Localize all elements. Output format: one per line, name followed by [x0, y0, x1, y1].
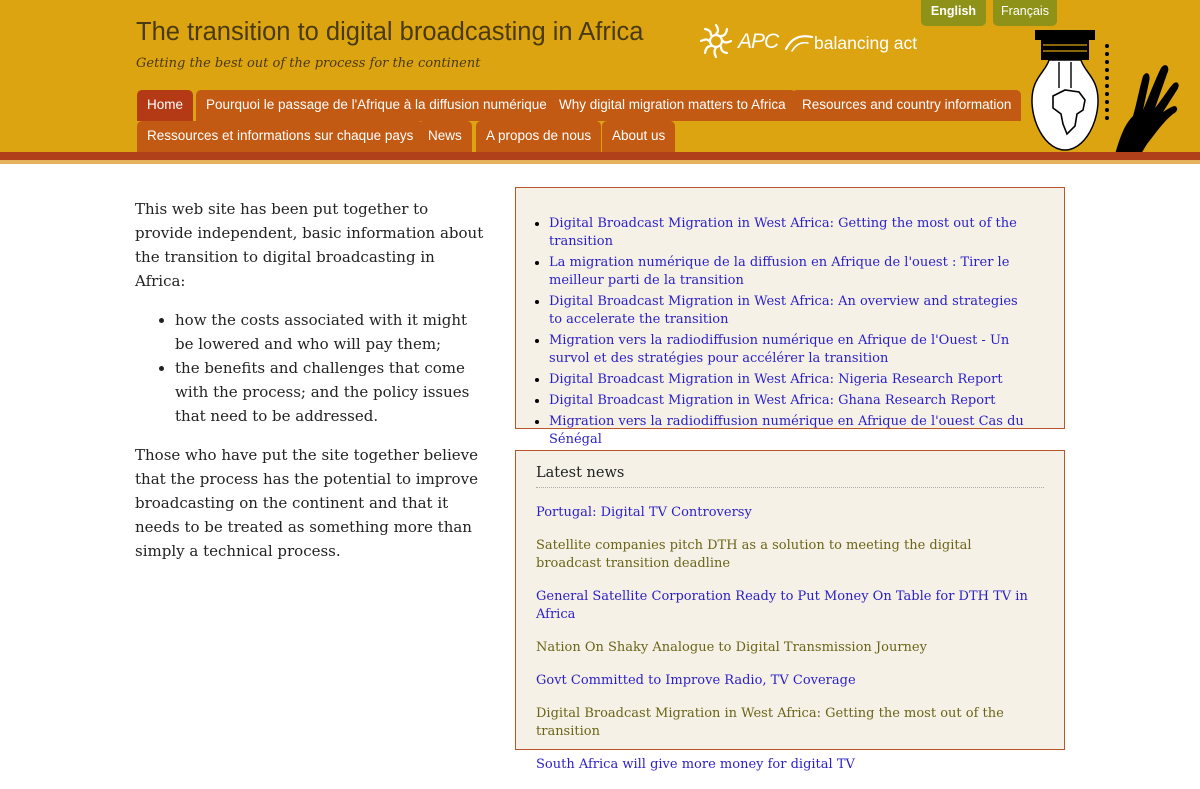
list-item: La migration numérique de la diffusion e…: [549, 254, 1029, 290]
lightbulb-africa-illustration-icon: [1031, 30, 1179, 152]
list-item: Digital Broadcast Migration in West Afri…: [549, 215, 1029, 251]
site-title[interactable]: The transition to digital broadcasting i…: [136, 18, 643, 47]
news-link[interactable]: Nation On Shaky Analogue to Digital Tran…: [536, 639, 1036, 657]
balancing-act-swoosh-icon[interactable]: [784, 31, 816, 53]
list-item: Digital Broadcast Migration in West Afri…: [549, 293, 1029, 329]
featured-link[interactable]: La migration numérique de la diffusion e…: [549, 255, 1009, 288]
header-divider-highlight: [0, 160, 1200, 164]
latest-news-list: Portugal: Digital TV Controversy Satelli…: [536, 504, 1036, 789]
news-link[interactable]: Digital Broadcast Migration in West Afri…: [536, 705, 1036, 741]
intro-bullet: the benefits and challenges that come wi…: [175, 356, 485, 428]
news-link[interactable]: South Africa will give more money for di…: [536, 756, 1036, 774]
intro-bullet-list: how the costs associated with it might b…: [135, 308, 485, 428]
latest-news-box: Latest news Portugal: Digital TV Controv…: [515, 450, 1065, 772]
featured-links-list: Digital Broadcast Migration in West Afri…: [516, 215, 1064, 449]
news-link[interactable]: Govt Committed to Improve Radio, TV Cove…: [536, 672, 1036, 690]
intro-section: This web site has been put together to p…: [135, 197, 485, 578]
featured-link[interactable]: Digital Broadcast Migration in West Afri…: [549, 216, 1017, 249]
news-link[interactable]: Satellite companies pitch DTH as a solut…: [536, 537, 1036, 573]
featured-link[interactable]: Digital Broadcast Migration in West Afri…: [549, 393, 996, 408]
featured-link[interactable]: Digital Broadcast Migration in West Afri…: [549, 372, 1003, 387]
list-item: Digital Broadcast Migration in West Afri…: [549, 371, 1029, 389]
site-tagline: Getting the best out of the process for …: [136, 56, 481, 71]
tab-ressources[interactable]: Ressources et informations sur chaque pa…: [137, 121, 424, 152]
tab-about-us[interactable]: About us: [602, 121, 676, 152]
language-french-button[interactable]: Français: [993, 0, 1057, 26]
featured-link[interactable]: Digital Broadcast Migration in West Afri…: [549, 294, 1018, 327]
list-item: Migration vers la radiodiffusion numériq…: [549, 413, 1029, 449]
featured-link[interactable]: Migration vers la radiodiffusion numériq…: [549, 414, 1024, 447]
intro-paragraph: Those who have put the site together bel…: [135, 446, 478, 560]
tab-pourquoi[interactable]: Pourquoi le passage de l'Afrique à la di…: [196, 90, 557, 121]
news-link[interactable]: General Satellite Corporation Ready to P…: [536, 588, 1036, 624]
tab-why-digital-migration[interactable]: Why digital migration matters to Africa: [549, 90, 796, 121]
language-english-button[interactable]: English: [921, 0, 986, 26]
balancing-act-logo-text: balancing act: [814, 33, 918, 53]
featured-link[interactable]: Migration vers la radiodiffusion numériq…: [549, 333, 1009, 366]
featured-links-box: Digital Broadcast Migration in West Afri…: [515, 187, 1065, 447]
news-link[interactable]: Portugal: Digital TV Controversy: [536, 504, 1036, 522]
tab-a-propos[interactable]: A propos de nous: [476, 121, 602, 152]
intro-bullet: how the costs associated with it might b…: [175, 308, 485, 356]
tab-news[interactable]: News: [418, 121, 472, 152]
header-divider: [0, 152, 1200, 160]
apc-logo-text: APC: [738, 30, 779, 53]
tab-home[interactable]: Home: [137, 90, 194, 121]
site-header: The transition to digital broadcasting i…: [0, 0, 1200, 152]
list-item: Migration vers la radiodiffusion numériq…: [549, 332, 1029, 368]
latest-news-heading: Latest news: [536, 465, 1044, 488]
tab-resources[interactable]: Resources and country information: [792, 90, 1022, 121]
intro-paragraph: This web site has been put together to p…: [135, 200, 484, 290]
list-item: Digital Broadcast Migration in West Afri…: [549, 392, 1029, 410]
